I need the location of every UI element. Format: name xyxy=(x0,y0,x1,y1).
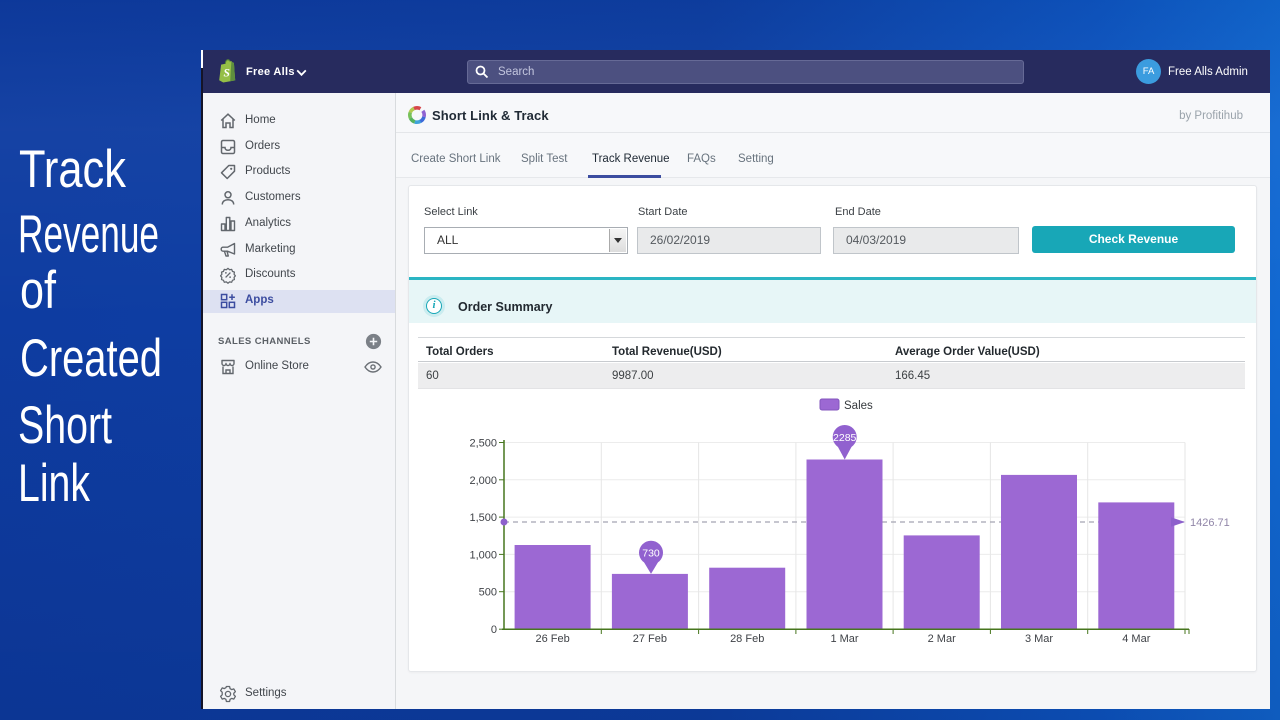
svg-text:2,000: 2,000 xyxy=(469,475,497,487)
svg-text:3 Mar: 3 Mar xyxy=(1025,633,1053,645)
svg-text:Short: Short xyxy=(18,396,112,455)
svg-text:Revenue: Revenue xyxy=(18,205,159,264)
svg-text:of: of xyxy=(20,261,56,320)
svg-text:26 Feb: 26 Feb xyxy=(535,633,569,645)
svg-text:1426.71: 1426.71 xyxy=(1190,517,1230,529)
svg-text:4 Mar: 4 Mar xyxy=(1122,633,1150,645)
svg-text:0: 0 xyxy=(491,624,497,636)
svg-text:500: 500 xyxy=(479,587,497,599)
svg-text:S: S xyxy=(223,67,229,79)
svg-text:Track: Track xyxy=(19,140,126,199)
svg-text:28 Feb: 28 Feb xyxy=(730,633,764,645)
svg-text:1,000: 1,000 xyxy=(469,549,497,561)
svg-text:2 Mar: 2 Mar xyxy=(928,633,956,645)
svg-text:1 Mar: 1 Mar xyxy=(830,633,858,645)
svg-text:730: 730 xyxy=(642,548,660,560)
svg-text:2,500: 2,500 xyxy=(469,438,497,450)
svg-text:Created: Created xyxy=(20,329,162,388)
svg-text:Sales: Sales xyxy=(844,400,873,412)
svg-text:27 Feb: 27 Feb xyxy=(633,633,667,645)
svg-text:2285: 2285 xyxy=(833,432,857,444)
svg-text:1,500: 1,500 xyxy=(469,512,497,524)
svg-text:Link: Link xyxy=(18,454,90,513)
